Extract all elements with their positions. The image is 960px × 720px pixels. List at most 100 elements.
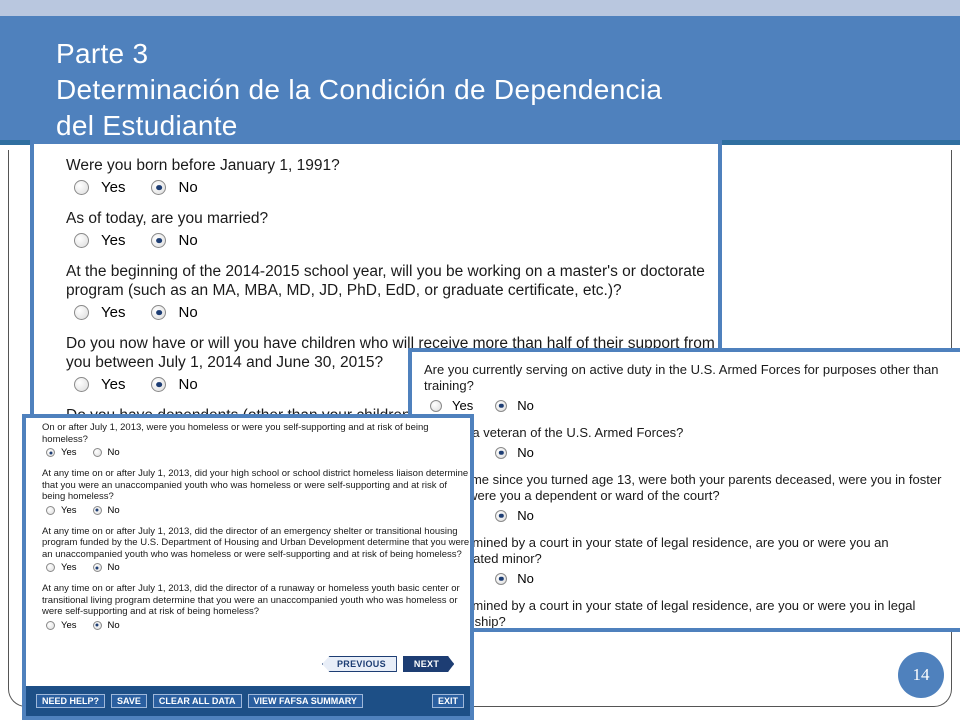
radio-label-no: No xyxy=(107,562,120,573)
view-fafsa-summary-button[interactable]: VIEW FAFSA SUMMARY xyxy=(247,694,363,708)
question-item: Were you born before January 1, 1991? Yes… xyxy=(66,156,718,196)
radio-label-no: No xyxy=(178,232,198,249)
top-accent-strip xyxy=(0,0,960,16)
radio-option-yes[interactable]: Yes xyxy=(74,304,125,321)
slide-title: Parte 3 Determinación de la Condición de… xyxy=(56,36,662,144)
question-text: As determined by a court in your state o… xyxy=(424,535,889,566)
question-text: At any time on or after July 1, 2013, di… xyxy=(42,525,470,560)
radio-option-no[interactable]: No xyxy=(495,445,534,460)
radio-button-no[interactable] xyxy=(92,448,102,457)
radio-option-yes[interactable]: Yes xyxy=(74,179,125,196)
slide-title-line-1: Parte 3 xyxy=(56,38,149,69)
radio-option-no[interactable]: No xyxy=(151,232,198,249)
radio-button-yes[interactable] xyxy=(46,620,55,630)
radio-button-yes[interactable] xyxy=(46,448,55,457)
radio-label-no: No xyxy=(517,508,534,523)
answer-options: Yes No xyxy=(46,562,470,573)
question-text: Are you a veteran of the U.S. Armed Forc… xyxy=(424,425,684,440)
question-text: As determined by a court in your state o… xyxy=(424,598,916,628)
radio-option-no[interactable]: No xyxy=(495,571,534,586)
question-text: At the beginning of the 2014-2015 school… xyxy=(66,263,705,299)
radio-option-no[interactable]: No xyxy=(92,619,120,631)
question-item: At any time on or after July 1, 2013, di… xyxy=(42,583,470,631)
radio-button-no[interactable] xyxy=(495,509,508,522)
radio-button-yes[interactable] xyxy=(74,377,89,392)
radio-label-no: No xyxy=(178,179,198,196)
radio-button-yes[interactable] xyxy=(430,399,442,412)
answer-options: Yes No xyxy=(430,398,960,413)
next-button[interactable]: NEXT xyxy=(402,656,455,672)
radio-option-yes[interactable]: Yes xyxy=(74,376,125,393)
radio-option-no[interactable]: No xyxy=(92,504,120,516)
radio-label-no: No xyxy=(107,619,120,631)
radio-label-yes: Yes xyxy=(101,304,126,321)
radio-option-no[interactable]: No xyxy=(495,508,534,523)
question-item: As determined by a court in your state o… xyxy=(424,535,960,586)
radio-button-no[interactable] xyxy=(92,620,102,630)
answer-options: Yes No xyxy=(46,505,470,516)
radio-button-no[interactable] xyxy=(151,233,167,248)
answer-options: Yes No xyxy=(74,304,718,321)
radio-option-no[interactable]: No xyxy=(151,304,198,321)
slide-title-line-2: Determinación de la Condición de Depende… xyxy=(56,74,663,105)
radio-option-no[interactable]: No xyxy=(92,562,120,573)
radio-option-no[interactable]: No xyxy=(151,179,198,196)
radio-label-yes: Yes xyxy=(61,619,77,631)
radio-label-yes: Yes xyxy=(101,232,126,249)
radio-button-no[interactable] xyxy=(92,505,102,515)
radio-option-yes[interactable]: Yes xyxy=(46,562,77,573)
question-item: As determined by a court in your state o… xyxy=(424,598,960,628)
fafsa-screenshot-homeless: On or after July 1, 2013, were you homel… xyxy=(22,414,474,720)
footer-toolbar: NEED HELP? SAVE CLEAR ALL DATA VIEW FAFS… xyxy=(26,686,470,716)
radio-button-yes[interactable] xyxy=(74,305,89,320)
previous-button[interactable]: PREVIOUS xyxy=(322,656,397,672)
clear-all-data-button[interactable]: CLEAR ALL DATA xyxy=(152,694,242,708)
question-item: At any time since you turned age 13, wer… xyxy=(424,472,960,523)
radio-label-no: No xyxy=(517,571,534,586)
page-number: 14 xyxy=(898,652,944,698)
slide-title-line-3: del Estudiante xyxy=(56,110,238,141)
exit-button[interactable]: EXIT xyxy=(431,694,464,708)
radio-label-no: No xyxy=(178,304,198,321)
answer-options: Yes No xyxy=(46,620,470,631)
question-text: At any time since you turned age 13, wer… xyxy=(424,472,942,503)
question-item: At any time on or after July 1, 2013, di… xyxy=(42,468,470,516)
need-help-button[interactable]: NEED HELP? xyxy=(36,694,106,708)
radio-label-no: No xyxy=(107,504,120,516)
radio-button-yes[interactable] xyxy=(46,505,55,515)
radio-option-yes[interactable]: Yes xyxy=(46,620,77,631)
radio-label-yes: Yes xyxy=(61,562,77,573)
radio-button-no[interactable] xyxy=(495,446,508,459)
title-bar: Parte 3 Determinación de la Condición de… xyxy=(0,16,960,145)
question-item: At the beginning of the 2014-2015 school… xyxy=(66,262,718,321)
radio-option-yes[interactable]: Yes xyxy=(46,505,77,516)
radio-option-yes[interactable]: Yes xyxy=(46,447,77,458)
radio-button-yes[interactable] xyxy=(74,233,89,248)
question-text: At any time on or after July 1, 2013, di… xyxy=(42,583,460,617)
radio-option-no[interactable]: No xyxy=(495,398,534,413)
radio-label-yes: Yes xyxy=(101,376,126,393)
answer-options: YesNo xyxy=(430,445,960,460)
question-item: On or after July 1, 2013, were you homel… xyxy=(42,422,470,458)
radio-option-yes[interactable]: Yes xyxy=(74,232,125,249)
save-button[interactable]: SAVE xyxy=(111,694,147,708)
radio-label-yes: Yes xyxy=(61,504,77,516)
radio-button-no[interactable] xyxy=(151,305,167,320)
radio-button-yes[interactable] xyxy=(46,563,55,572)
radio-button-yes[interactable] xyxy=(74,180,89,195)
radio-button-no[interactable] xyxy=(151,377,167,392)
radio-button-no[interactable] xyxy=(495,572,508,585)
radio-label-no: No xyxy=(178,376,198,393)
radio-label-yes: Yes xyxy=(452,398,474,413)
radio-option-yes[interactable]: Yes xyxy=(430,398,473,413)
radio-button-no[interactable] xyxy=(151,180,167,195)
radio-label-no: No xyxy=(107,447,120,458)
radio-button-no[interactable] xyxy=(92,563,102,572)
radio-button-no[interactable] xyxy=(495,399,508,412)
radio-option-no[interactable]: No xyxy=(92,447,120,458)
question-list-left: On or after July 1, 2013, were you homel… xyxy=(42,422,470,631)
question-text: Were you born before January 1, 1991? xyxy=(66,157,340,174)
question-text: At any time on or after July 1, 2013, di… xyxy=(42,468,469,502)
radio-option-no[interactable]: No xyxy=(151,376,198,393)
answer-options: Yes No xyxy=(74,179,718,196)
